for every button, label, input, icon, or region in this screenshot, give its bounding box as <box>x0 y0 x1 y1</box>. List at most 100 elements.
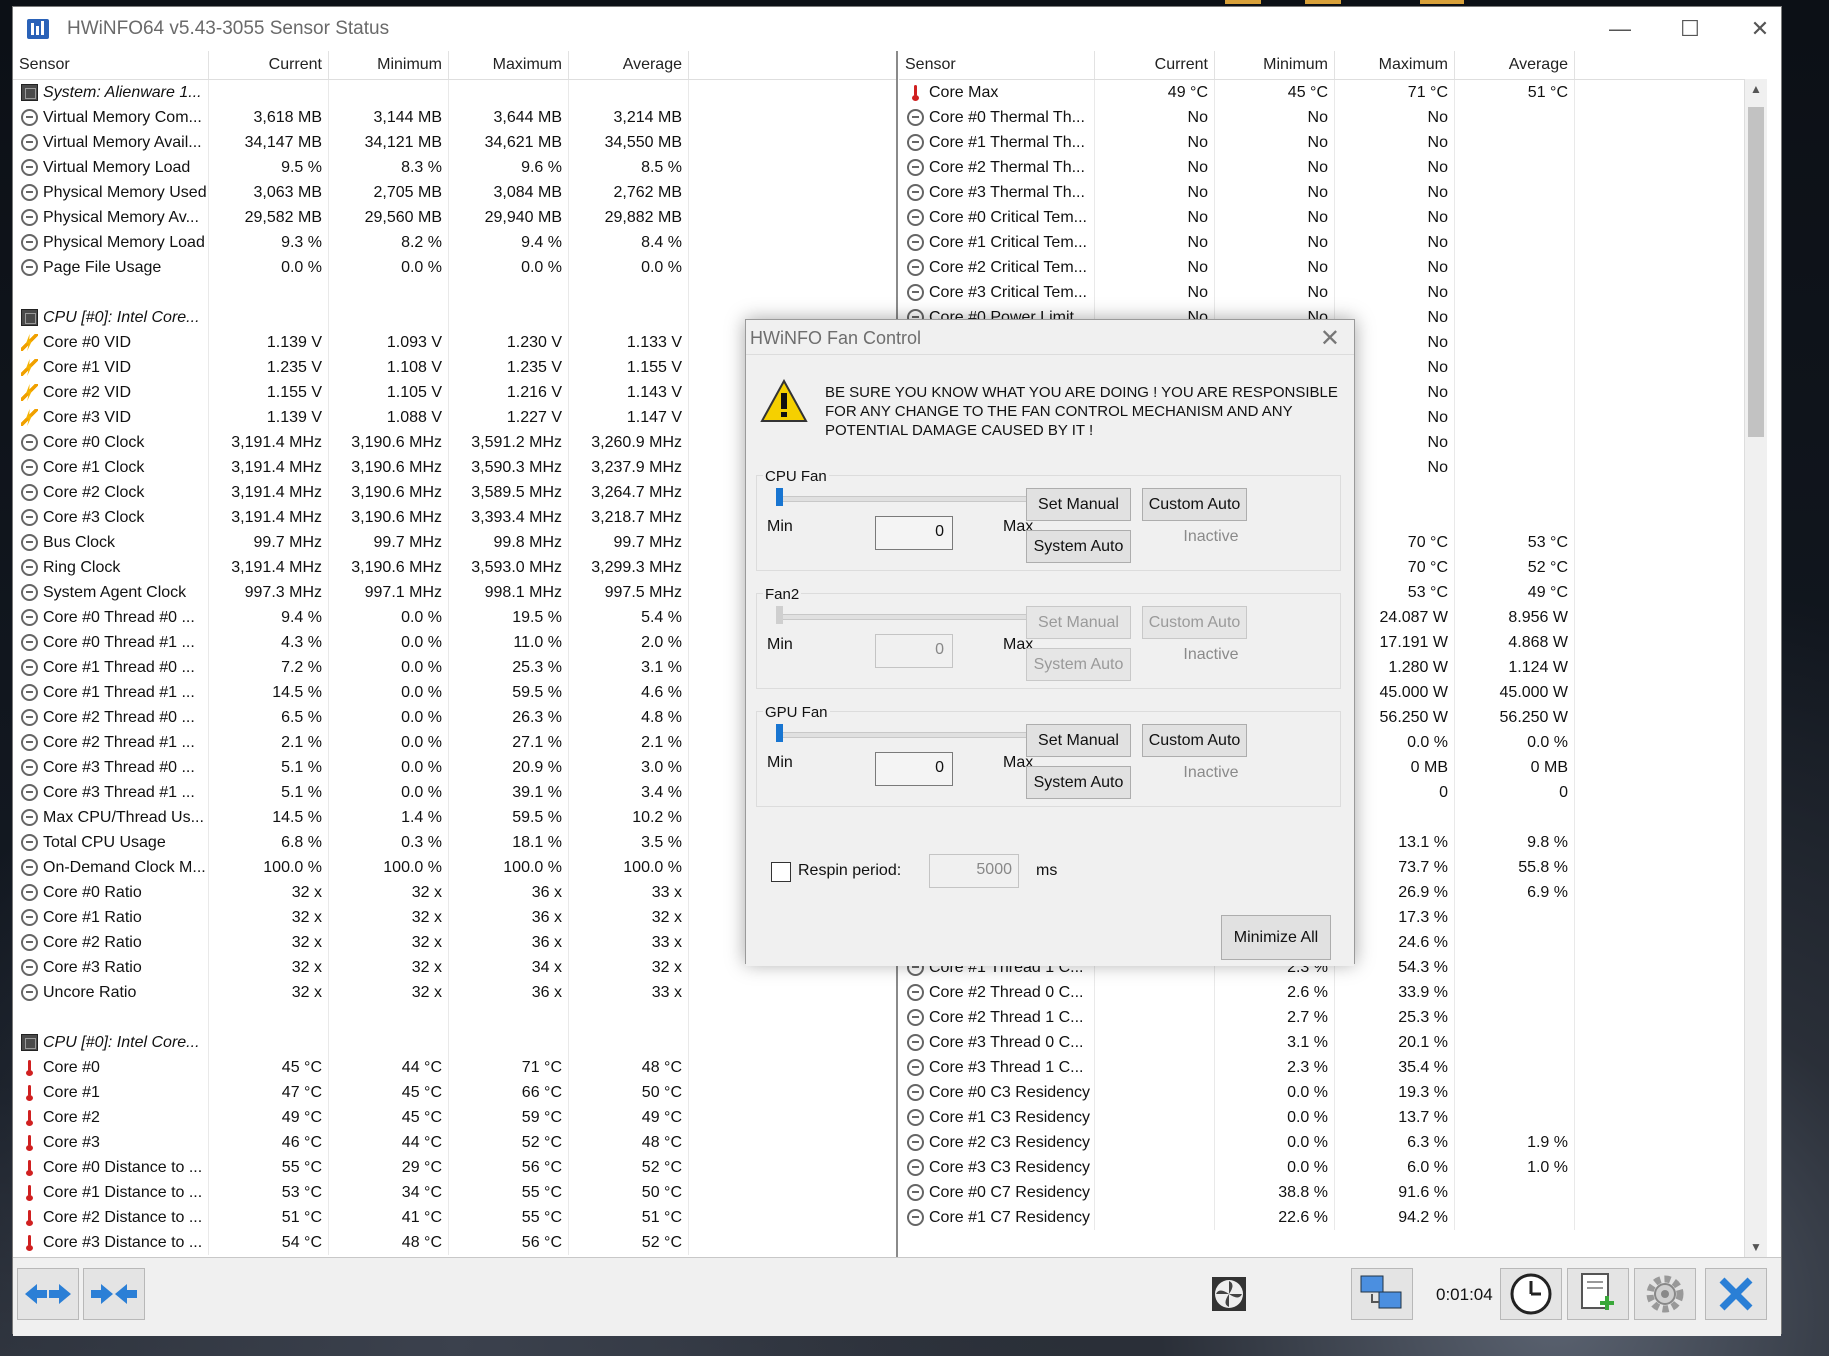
sensor-name-cell: Core #1 VID <box>13 355 209 380</box>
sensor-row[interactable]: Core #3 Thread 0 C... 3.1 % 20.1 % <box>899 1030 1767 1055</box>
column-header-sensor[interactable]: Sensor <box>13 51 209 79</box>
sensor-row[interactable]: Core #2 C3 Residency 0.0 % 6.3 % 1.9 % <box>899 1130 1767 1155</box>
sensor-name: Max CPU/Thread Us... <box>43 809 204 826</box>
sensor-row[interactable]: Core #0 C7 Residency 38.8 % 91.6 % <box>899 1180 1767 1205</box>
column-header-current[interactable]: Current <box>209 51 329 79</box>
reset-timer-button[interactable] <box>1500 1268 1562 1320</box>
sensor-row[interactable]: Uncore Ratio 32 x 32 x 36 x 33 x <box>13 980 896 1005</box>
minimize-all-button[interactable]: Minimize All <box>1221 915 1331 960</box>
fan-speed-slider-track[interactable] <box>778 496 1044 502</box>
title-bar[interactable]: HWiNFO64 v5.43-3055 Sensor Status — ☐ ✕ <box>13 7 1781 51</box>
collapse-columns-button[interactable] <box>83 1268 145 1320</box>
sensor-row[interactable]: Core #3 46 °C 44 °C 52 °C 48 °C <box>13 1130 896 1155</box>
scroll-down-arrow-icon[interactable]: ▼ <box>1745 1237 1767 1257</box>
sensor-row[interactable] <box>13 280 896 305</box>
sensor-clock-icon <box>21 934 38 951</box>
respin-period-field[interactable]: 5000 <box>929 854 1019 888</box>
settings-button[interactable] <box>1634 1268 1696 1320</box>
sensor-row[interactable]: Core #1 Thermal Th... No No No <box>899 130 1767 155</box>
fan-control-button[interactable] <box>1207 1268 1251 1320</box>
sensor-row[interactable] <box>13 1005 896 1030</box>
sensor-row[interactable]: Virtual Memory Load 9.5 % 8.3 % 9.6 % 8.5 % <box>13 155 896 180</box>
scroll-up-arrow-icon[interactable]: ▲ <box>1745 79 1767 99</box>
expand-columns-button[interactable] <box>17 1268 79 1320</box>
sensor-row[interactable]: Core Max 49 °C 45 °C 71 °C 51 °C <box>899 80 1767 105</box>
set-manual-button[interactable]: Set Manual <box>1026 488 1131 521</box>
sensor-row[interactable]: Page File Usage 0.0 % 0.0 % 0.0 % 0.0 % <box>13 255 896 280</box>
column-header-average[interactable]: Average <box>1455 51 1575 79</box>
sensor-row[interactable]: Core #0 Thermal Th... No No No <box>899 105 1767 130</box>
sensor-row[interactable]: Core #2 49 °C 45 °C 59 °C 49 °C <box>13 1105 896 1130</box>
sensor-row[interactable]: Core #3 Thermal Th... No No No <box>899 180 1767 205</box>
custom-auto-button[interactable]: Custom Auto <box>1142 488 1247 521</box>
sensor-row[interactable]: Physical Memory Av... 29,582 MB 29,560 MB 2… <box>13 205 896 230</box>
fan-speed-slider-thumb[interactable] <box>776 724 783 742</box>
custom-auto-button[interactable]: Custom Auto <box>1142 724 1247 757</box>
current-value: 9.3 % <box>209 230 329 255</box>
sensor-row[interactable]: Core #2 Critical Tem... No No No <box>899 255 1767 280</box>
sensor-row[interactable]: Core #2 Thread 1 C... 2.7 % 25.3 % <box>899 1005 1767 1030</box>
column-header-maximum[interactable]: Maximum <box>449 51 569 79</box>
minimize-window-button[interactable]: — <box>1585 7 1655 51</box>
sensor-row[interactable]: Core #1 Distance to ... 53 °C 34 °C 55 °C 50… <box>13 1180 896 1205</box>
logging-button[interactable] <box>1567 1268 1629 1320</box>
dialog-body: BE SURE YOU KNOW WHAT YOU ARE DOING ! YO… <box>746 354 1354 966</box>
system-auto-button[interactable]: System Auto <box>1026 648 1131 681</box>
close-window-button[interactable]: ✕ <box>1725 7 1795 51</box>
column-header-sensor[interactable]: Sensor <box>899 51 1095 79</box>
slider-min-label: Min <box>767 518 793 535</box>
sensor-row[interactable]: Core #3 Critical Tem... No No No <box>899 280 1767 305</box>
fan-speed-slider-thumb[interactable] <box>776 606 783 624</box>
sensor-row[interactable]: Core #3 C3 Residency 0.0 % 6.0 % 1.0 % <box>899 1155 1767 1180</box>
current-value: 7.2 % <box>209 655 329 680</box>
maximize-window-button[interactable]: ☐ <box>1655 7 1725 51</box>
sensor-group-row[interactable]: CPU [#0]: Intel Core... <box>13 1030 896 1055</box>
current-value: 46 °C <box>209 1130 329 1155</box>
column-header-average[interactable]: Average <box>569 51 689 79</box>
sensor-row[interactable]: Core #0 Distance to ... 55 °C 29 °C 56 °C 52… <box>13 1155 896 1180</box>
fan-speed-slider-track[interactable] <box>778 614 1044 620</box>
fan-value-field[interactable]: 0 <box>875 516 953 550</box>
dialog-close-button[interactable]: ✕ <box>1320 324 1340 353</box>
system-auto-button[interactable]: System Auto <box>1026 530 1131 563</box>
current-value: No <box>1095 105 1215 130</box>
sensor-group-row[interactable]: System: Alienware 1... <box>13 80 896 105</box>
sensor-name-cell: Core #0 VID <box>13 330 209 355</box>
maximum-value: 39.1 % <box>449 780 569 805</box>
sensor-row[interactable]: Core #2 Thermal Th... No No No <box>899 155 1767 180</box>
sensor-row[interactable]: Core #3 Distance to ... 54 °C 48 °C 56 °C 52… <box>13 1230 896 1255</box>
network-button[interactable] <box>1351 1268 1413 1320</box>
set-manual-button[interactable]: Set Manual <box>1026 724 1131 757</box>
fan-speed-slider-track[interactable] <box>778 732 1044 738</box>
column-header-minimum[interactable]: Minimum <box>1215 51 1335 79</box>
sensor-row[interactable]: Core #1 C3 Residency 0.0 % 13.7 % <box>899 1105 1767 1130</box>
column-header-minimum[interactable]: Minimum <box>329 51 449 79</box>
sensor-row[interactable]: Core #0 Critical Tem... No No No <box>899 205 1767 230</box>
column-header-current[interactable]: Current <box>1095 51 1215 79</box>
sensor-row[interactable]: Core #1 C7 Residency 22.6 % 94.2 % <box>899 1205 1767 1230</box>
column-header-maximum[interactable]: Maximum <box>1335 51 1455 79</box>
custom-auto-button[interactable]: Custom Auto <box>1142 606 1247 639</box>
scrollbar-thumb[interactable] <box>1748 107 1764 437</box>
sensor-row[interactable]: Core #2 Distance to ... 51 °C 41 °C 55 °C 51… <box>13 1205 896 1230</box>
sensor-row[interactable]: Physical Memory Used 3,063 MB 2,705 MB 3,08… <box>13 180 896 205</box>
sensor-row[interactable]: Core #2 Thread 0 C... 2.6 % 33.9 % <box>899 980 1767 1005</box>
sensor-row[interactable]: Virtual Memory Com... 3,618 MB 3,144 MB 3,6… <box>13 105 896 130</box>
system-auto-button[interactable]: System Auto <box>1026 766 1131 799</box>
set-manual-button[interactable]: Set Manual <box>1026 606 1131 639</box>
fan-value-field[interactable]: 0 <box>875 634 953 668</box>
maximum-value: 9.4 % <box>449 230 569 255</box>
sensor-row[interactable]: Physical Memory Load 9.3 % 8.2 % 9.4 % 8.4 % <box>13 230 896 255</box>
sensor-row[interactable]: Core #1 47 °C 45 °C 66 °C 50 °C <box>13 1080 896 1105</box>
thermometer-icon <box>21 1184 38 1201</box>
close-sensors-button[interactable] <box>1705 1268 1767 1320</box>
sensor-row[interactable]: Core #3 Thread 1 C... 2.3 % 35.4 % <box>899 1055 1767 1080</box>
sensor-row[interactable]: Virtual Memory Avail... 34,147 MB 34,121 M… <box>13 130 896 155</box>
sensor-row[interactable]: Core #0 45 °C 44 °C 71 °C 48 °C <box>13 1055 896 1080</box>
sensor-row[interactable]: Core #0 C3 Residency 0.0 % 19.3 % <box>899 1080 1767 1105</box>
respin-period-checkbox[interactable] <box>771 862 791 882</box>
fan-speed-slider-thumb[interactable] <box>776 488 783 506</box>
fan-value-field[interactable]: 0 <box>875 752 953 786</box>
sensor-row[interactable]: Core #1 Critical Tem... No No No <box>899 230 1767 255</box>
right-pane-scrollbar[interactable]: ▲ ▼ <box>1744 79 1767 1257</box>
